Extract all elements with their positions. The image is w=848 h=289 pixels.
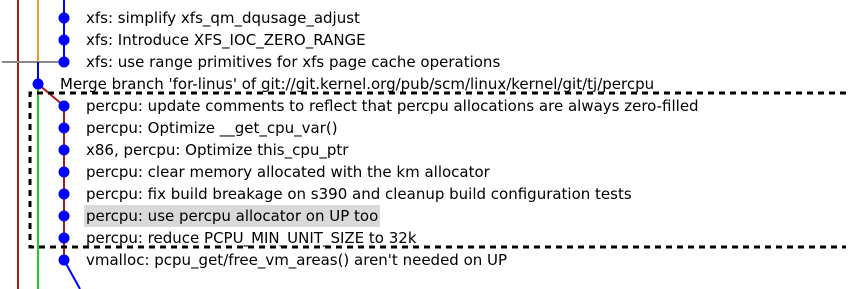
commit-row[interactable]: xfs: Introduce XFS_IOC_ZERO_RANGE	[0, 29, 848, 51]
commit-row[interactable]: percpu: use percpu allocator on UP too	[0, 205, 848, 227]
commit-row[interactable]: vmalloc: pcpu_get/free_vm_areas() aren't…	[0, 249, 848, 271]
commit-subject: percpu: use percpu allocator on UP too	[84, 205, 381, 227]
commit-subject: percpu: reduce PCPU_MIN_UNIT_SIZE to 32k	[86, 229, 417, 247]
commit-subject: Merge branch 'for-linus' of git://git.ke…	[60, 75, 655, 93]
commit-row[interactable]: percpu: Optimize __get_cpu_var()	[0, 117, 848, 139]
commit-row[interactable]: x86, percpu: Optimize this_cpu_ptr	[0, 139, 848, 161]
commit-subject: vmalloc: pcpu_get/free_vm_areas() aren't…	[86, 251, 508, 269]
commit-row[interactable]: percpu: fix build breakage on s390 and c…	[0, 183, 848, 205]
commit-subject: percpu: clear memory allocated with the …	[86, 163, 490, 181]
commit-subject: xfs: Introduce XFS_IOC_ZERO_RANGE	[86, 31, 366, 49]
commit-subject: percpu: Optimize __get_cpu_var()	[86, 119, 338, 137]
commit-graph-panel: xfs: simplify xfs_qm_dqusage_adjust xfs: …	[0, 0, 848, 289]
commit-subject: x86, percpu: Optimize this_cpu_ptr	[86, 141, 349, 159]
commit-row[interactable]: percpu: update comments to reflect that …	[0, 95, 848, 117]
commit-subject: percpu: update comments to reflect that …	[86, 97, 699, 115]
commit-row[interactable]: xfs: use range primitives for xfs page c…	[0, 51, 848, 73]
commit-row[interactable]: percpu: reduce PCPU_MIN_UNIT_SIZE to 32k	[0, 227, 848, 249]
commit-subject: xfs: use range primitives for xfs page c…	[86, 53, 501, 71]
commit-subject: xfs: simplify xfs_qm_dqusage_adjust	[86, 9, 360, 27]
commit-subject: percpu: fix build breakage on s390 and c…	[86, 185, 632, 203]
commit-row[interactable]: Merge branch 'for-linus' of git://git.ke…	[0, 73, 848, 95]
commit-row[interactable]: xfs: simplify xfs_qm_dqusage_adjust	[0, 7, 848, 29]
commit-row[interactable]: percpu: clear memory allocated with the …	[0, 161, 848, 183]
